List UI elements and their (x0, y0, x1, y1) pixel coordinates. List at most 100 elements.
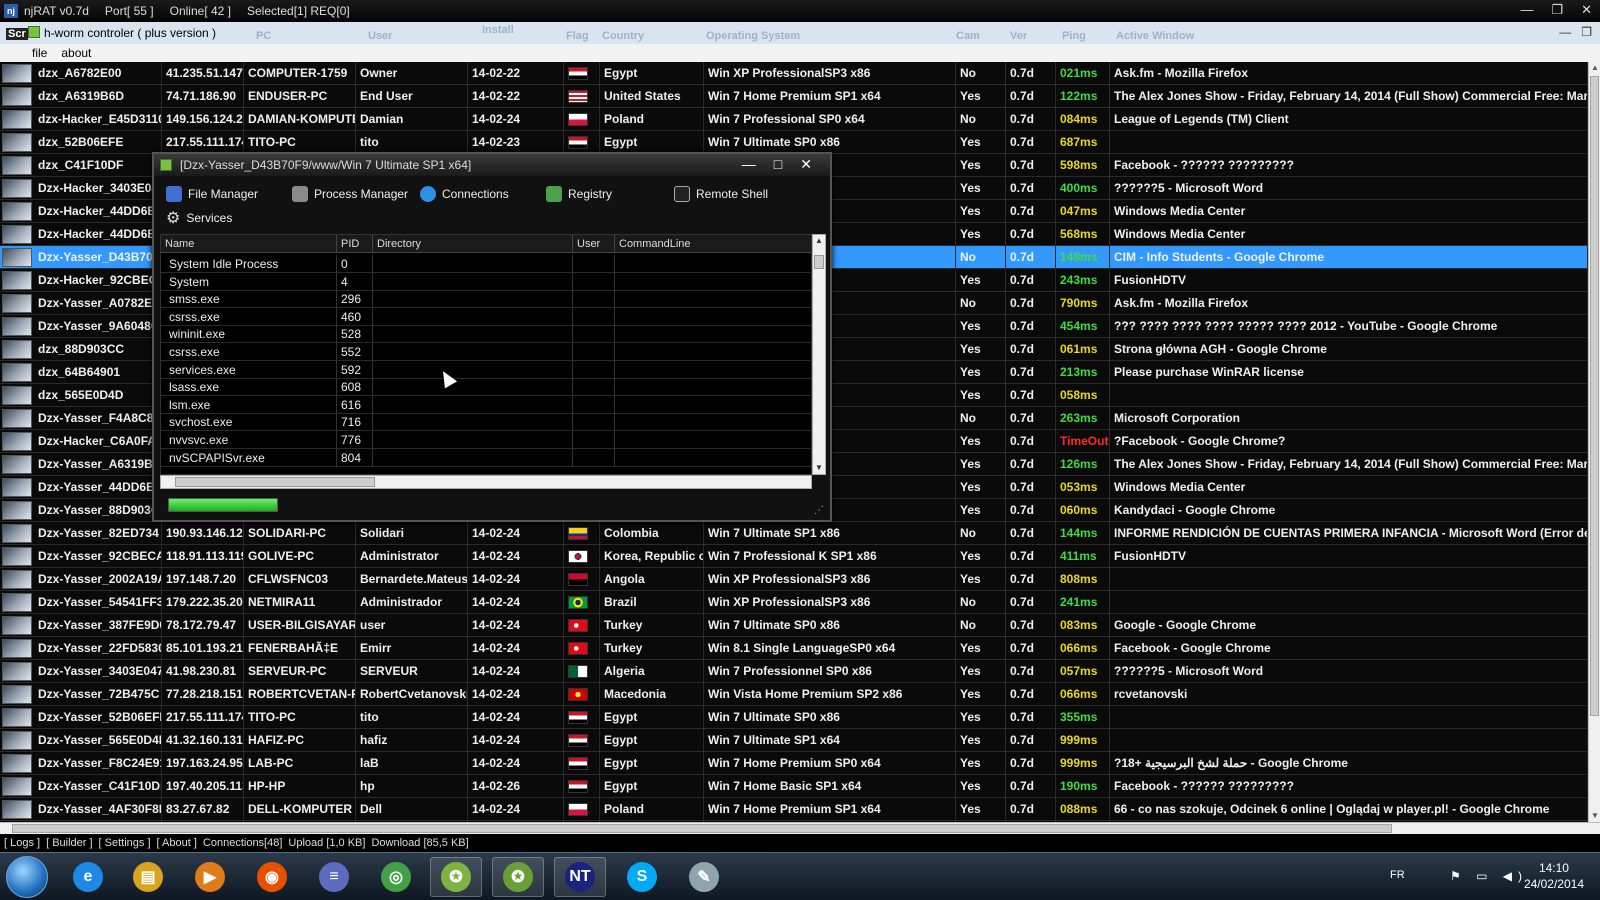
taskbar-item[interactable]: ◎ (370, 857, 422, 897)
process-name-cell: smss.exe (161, 290, 337, 309)
taskbar-item[interactable]: ◉ (246, 857, 298, 897)
table-horizontal-scrollbar[interactable] (0, 822, 1600, 834)
column-header-user[interactable]: User (368, 30, 392, 42)
sub-restore-button[interactable]: ❐ (1581, 25, 1592, 39)
column-header-cam[interactable]: Cam (956, 30, 980, 42)
process-row[interactable]: csrss.exe 460 (161, 307, 811, 326)
tray-icons[interactable]: ⚑ ▭ ◀) (1450, 869, 1528, 883)
process-row[interactable]: smss.exe 296 (161, 290, 811, 309)
process-row[interactable]: lsm.exe 616 (161, 395, 811, 414)
version-cell: 0.7d (1006, 407, 1056, 430)
column-header-pc[interactable]: PC (256, 30, 271, 42)
sub-minimize-button[interactable]: — (1559, 25, 1571, 39)
process-row[interactable]: System Idle Process 0 (161, 255, 811, 273)
process-row[interactable]: nvvsvc.exe 776 (161, 431, 811, 449)
column-header-install[interactable]: Install (482, 24, 514, 36)
process-row[interactable]: lsass.exe 608 (161, 378, 811, 397)
victim-row[interactable]: Dzx-Yasser_72B475C 77.28.218.151 ROBERTCVE… (0, 683, 1588, 706)
dialog-maximize-button[interactable]: □ (774, 156, 782, 173)
victim-row[interactable]: Dzx-Yasser_F8C24E91 197.163.24.95 LAB-PC la… (0, 752, 1588, 775)
taskbar-item[interactable]: NT (554, 857, 606, 897)
process-scroll-up-icon[interactable]: ▲ (813, 235, 825, 247)
column-header-ping[interactable]: Ping (1062, 30, 1086, 42)
taskbar-item[interactable]: ▶ (184, 857, 236, 897)
victim-row[interactable]: Dzx-Yasser_82ED734 190.93.146.122 SOLIDARI… (0, 522, 1588, 545)
taskbar-item[interactable]: ≡ (308, 857, 360, 897)
process-scrollbar-thumb[interactable] (814, 255, 824, 269)
scroll-up-icon[interactable]: ▲ (1589, 62, 1600, 74)
taskbar-item[interactable]: ▤ (122, 857, 174, 897)
process-manager-button[interactable]: Process Manager (292, 184, 408, 204)
column-user[interactable]: User (573, 235, 615, 253)
victim-row[interactable]: Dzx-Yasser_54541FF3 179.222.35.207 NETMIRA… (0, 591, 1588, 614)
process-vertical-scrollbar[interactable]: ▲ ▼ (812, 234, 826, 475)
builder-link[interactable]: [ Builder ] (46, 837, 92, 849)
language-indicator[interactable]: FR (1390, 869, 1405, 881)
victim-row[interactable]: Dzx-Yasser_387FE9D0 78.172.79.47 USER-BILG… (0, 614, 1588, 637)
process-horizontal-scrollbar[interactable] (160, 475, 812, 489)
process-scroll-down-icon[interactable]: ▼ (813, 462, 825, 474)
clock[interactable]: 14:10 24/02/2014 (1524, 860, 1584, 892)
menu-about[interactable]: about (61, 46, 91, 60)
country-flag-icon (568, 573, 588, 586)
start-button[interactable] (6, 856, 48, 898)
taskbar-item[interactable]: S (616, 857, 668, 897)
scrollbar-thumb[interactable] (1590, 76, 1599, 716)
minimize-button[interactable]: — (1520, 2, 1533, 18)
menu-file[interactable]: file (32, 46, 47, 60)
victim-row[interactable]: dzx_A6782E00 41.235.51.147 COMPUTER-1759 Ow… (0, 62, 1588, 85)
close-button[interactable]: ✕ (1581, 2, 1592, 18)
dialog-minimize-button[interactable]: — (742, 156, 756, 173)
services-button[interactable]: ⚙ Services (166, 208, 232, 228)
process-row[interactable]: nvSCPAPISvr.exe 804 (161, 448, 811, 467)
horizontal-scrollbar-thumb[interactable] (12, 824, 1392, 833)
victim-row[interactable]: Dzx-Yasser_52B06EFE 217.55.111.174 TITO-PC… (0, 706, 1588, 729)
country-flag-icon (568, 67, 588, 80)
taskbar-item[interactable]: ✪ (430, 857, 482, 897)
resize-grip-icon[interactable]: ⋰ (814, 505, 824, 516)
remote-shell-button[interactable]: Remote Shell (674, 184, 768, 204)
about-link[interactable]: [ About ] (157, 837, 197, 849)
taskbar-item[interactable]: ✪ (492, 857, 544, 897)
column-header-os[interactable]: Operating System (706, 30, 800, 42)
victim-row[interactable]: Dzx-Yasser_2002A19A 197.148.7.20 CFLWSFNC0… (0, 568, 1588, 591)
column-header-ver[interactable]: Ver (1010, 30, 1027, 42)
column-header-country[interactable]: Country (602, 30, 644, 42)
connections-button[interactable]: Connections (420, 184, 509, 204)
file-manager-button[interactable]: File Manager (166, 184, 258, 204)
os-cell: Win 7 Ultimate SP1 x64 (704, 729, 956, 752)
process-row[interactable]: csrss.exe 552 (161, 343, 811, 361)
dialog-close-button[interactable]: ✕ (800, 156, 812, 173)
column-header-flag[interactable]: Flag (566, 30, 589, 42)
victim-row[interactable]: Dzx-Yasser_92CBECA4 118.91.113.119 GOLIVE-… (0, 545, 1588, 568)
process-row[interactable]: wininit.exe 528 (161, 325, 811, 344)
column-header-active-window[interactable]: Active Window (1116, 30, 1194, 42)
restore-button[interactable]: ❐ (1551, 2, 1563, 18)
column-directory[interactable]: Directory (373, 235, 573, 253)
column-name[interactable]: Name (161, 235, 337, 253)
victim-row[interactable]: Dzx-Yasser_565E0D4D 41.32.160.131 HAFIZ-PC… (0, 729, 1588, 752)
table-vertical-scrollbar[interactable]: ▲ ▼ (1588, 62, 1600, 822)
settings-link[interactable]: [ Settings ] (99, 837, 151, 849)
victim-row[interactable]: dzx-Hacker_E45D3110 149.156.124.2 DAMIAN-K… (0, 108, 1588, 131)
registry-button[interactable]: Registry (546, 184, 612, 204)
column-commandline[interactable]: CommandLine (615, 235, 811, 253)
logs-link[interactable]: [ Logs ] (4, 837, 40, 849)
dialog-titlebar[interactable]: [Dzx-Yasser_D43B70F9/www/Win 7 Ultimate … (154, 154, 830, 176)
process-hscroll-thumb[interactable] (175, 477, 375, 487)
process-row[interactable]: System 4 (161, 272, 811, 291)
country-cell: Poland (600, 798, 704, 821)
process-name-cell: lsm.exe (161, 395, 337, 414)
victim-row[interactable]: dzx_A6319B6D 74.71.186.90 ENDUSER-PC End Us… (0, 85, 1588, 108)
victim-row[interactable]: Dzx-Yasser_4AF30F8F 83.27.67.82 DELL-KOMPU… (0, 798, 1588, 821)
victim-row[interactable]: Dzx-Yasser_22FD5830 85.101.193.212 FENERBA… (0, 637, 1588, 660)
scroll-down-icon[interactable]: ▼ (1589, 810, 1600, 822)
victim-row[interactable]: Dzx-Yasser_C41F10DF 197.40.205.113 HP-HP hp… (0, 775, 1588, 798)
process-row[interactable]: services.exe 592 (161, 360, 811, 379)
taskbar-item[interactable]: e (62, 857, 114, 897)
victim-row[interactable]: dzx_52B06EFE 217.55.111.174 TITO-PC tito 14-… (0, 131, 1588, 154)
taskbar-item[interactable]: ✎ (678, 857, 730, 897)
process-row[interactable]: svchost.exe 716 (161, 413, 811, 432)
victim-row[interactable]: Dzx-Yasser_3403E047 41.98.230.81 SERVEUR-P… (0, 660, 1588, 683)
column-pid[interactable]: PID (337, 235, 373, 253)
